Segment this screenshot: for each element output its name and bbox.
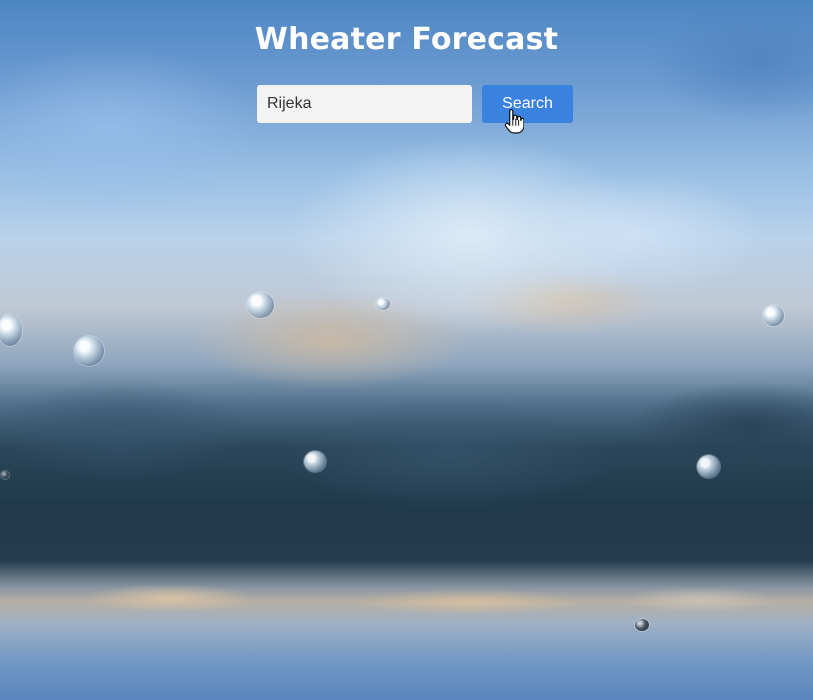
mountain-silhouette	[0, 360, 813, 570]
lake-reflection	[0, 570, 813, 650]
search-button[interactable]: Search	[482, 85, 573, 123]
page-title: Wheater Forecast	[254, 22, 559, 57]
rain-drop	[247, 292, 274, 318]
rain-drop	[0, 314, 22, 346]
rain-drop	[304, 451, 326, 472]
city-search-input[interactable]	[257, 85, 472, 123]
rain-drop	[697, 455, 720, 478]
rain-drop	[1, 471, 9, 479]
search-bar: Search	[257, 85, 573, 123]
rain-drop	[635, 619, 649, 631]
rain-drop	[376, 298, 390, 310]
rain-drop	[763, 305, 784, 326]
rain-drop	[74, 336, 104, 366]
